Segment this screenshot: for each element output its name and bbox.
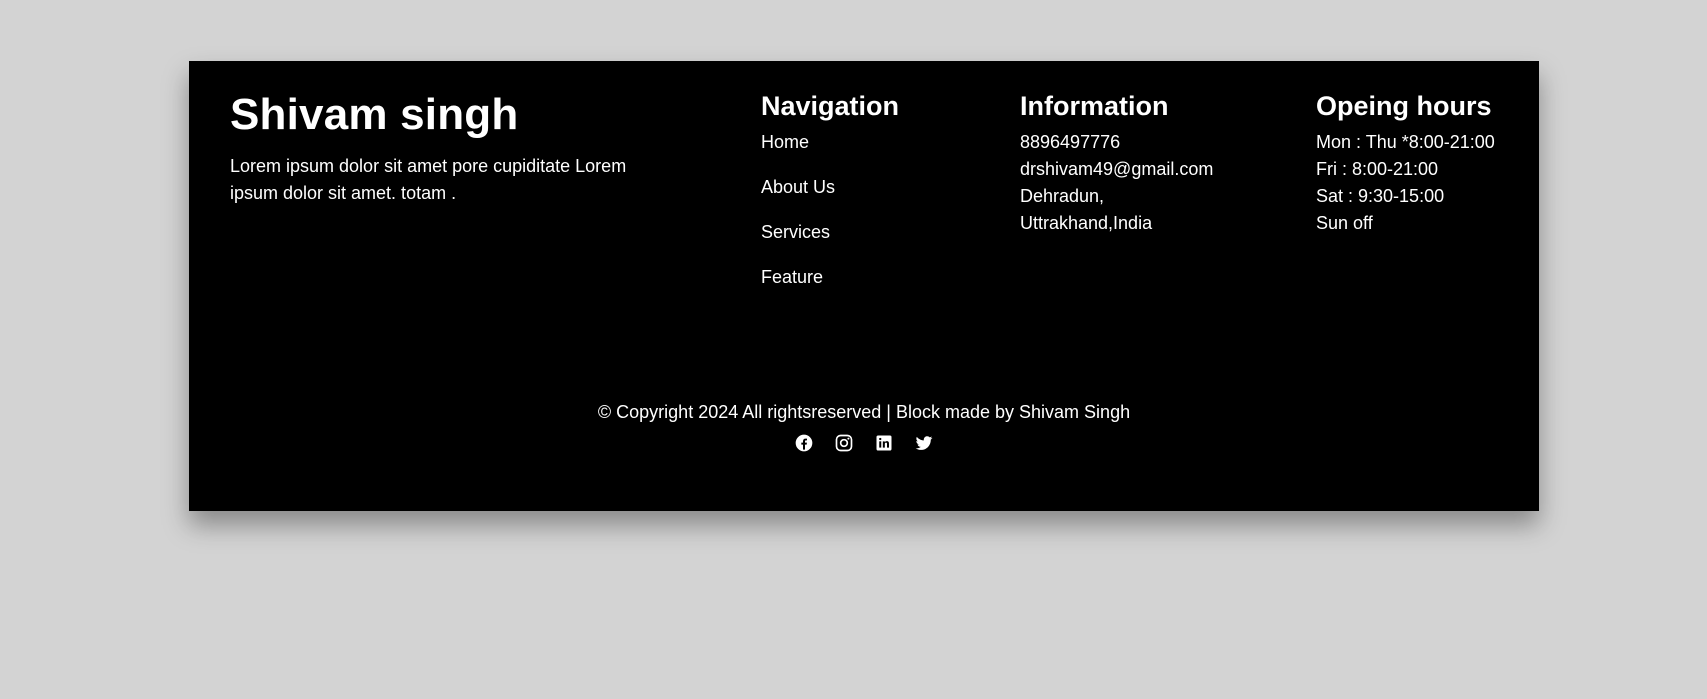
info-address-line1: Dehradun, — [1020, 186, 1105, 206]
hours-heading: Opeing hours — [1316, 91, 1492, 121]
nav-link-services[interactable]: Services — [761, 219, 899, 246]
instagram-icon[interactable] — [834, 433, 854, 453]
nav-link-feature[interactable]: Feature — [761, 264, 899, 291]
facebook-icon[interactable] — [794, 433, 814, 453]
navigation-column: Navigation Home About Us Services Featur… — [761, 89, 899, 309]
nav-link-about-us[interactable]: About Us — [761, 174, 899, 201]
site-footer: Shivam singh Lorem ipsum dolor sit amet … — [189, 61, 1539, 511]
brand-description: Lorem ipsum dolor sit amet pore cupidita… — [230, 156, 627, 203]
hours-line-mon-thu: Mon : Thu *8:00-21:00 — [1316, 132, 1495, 152]
info-phone: 8896497776 — [1020, 132, 1121, 152]
brand-block: Shivam singh Lorem ipsum dolor sit amet … — [230, 89, 660, 207]
linkedin-icon[interactable] — [874, 433, 894, 453]
nav-link-home[interactable]: Home — [761, 129, 899, 156]
information-column: Information 8896497776 drshivam49@gmail.… — [1020, 89, 1213, 237]
social-links — [189, 433, 1539, 453]
hours-column: Opeing hours Mon : Thu *8:00-21:00 Fri :… — [1316, 89, 1495, 237]
brand-name: Shivam singh — [230, 90, 519, 139]
hours-line-sun: Sun off — [1316, 213, 1373, 233]
twitter-icon[interactable] — [914, 433, 934, 453]
navigation-heading: Navigation — [761, 91, 900, 121]
info-email: drshivam49@gmail.com — [1020, 159, 1214, 179]
information-heading: Information — [1020, 91, 1169, 121]
hours-line-fri: Fri : 8:00-21:00 — [1316, 159, 1439, 179]
hours-line-sat: Sat : 9:30-15:00 — [1316, 186, 1445, 206]
info-address-line2: Uttrakhand,India — [1020, 213, 1153, 233]
copyright-text: © Copyright 2024 All rightsreserved | Bl… — [597, 402, 1131, 422]
